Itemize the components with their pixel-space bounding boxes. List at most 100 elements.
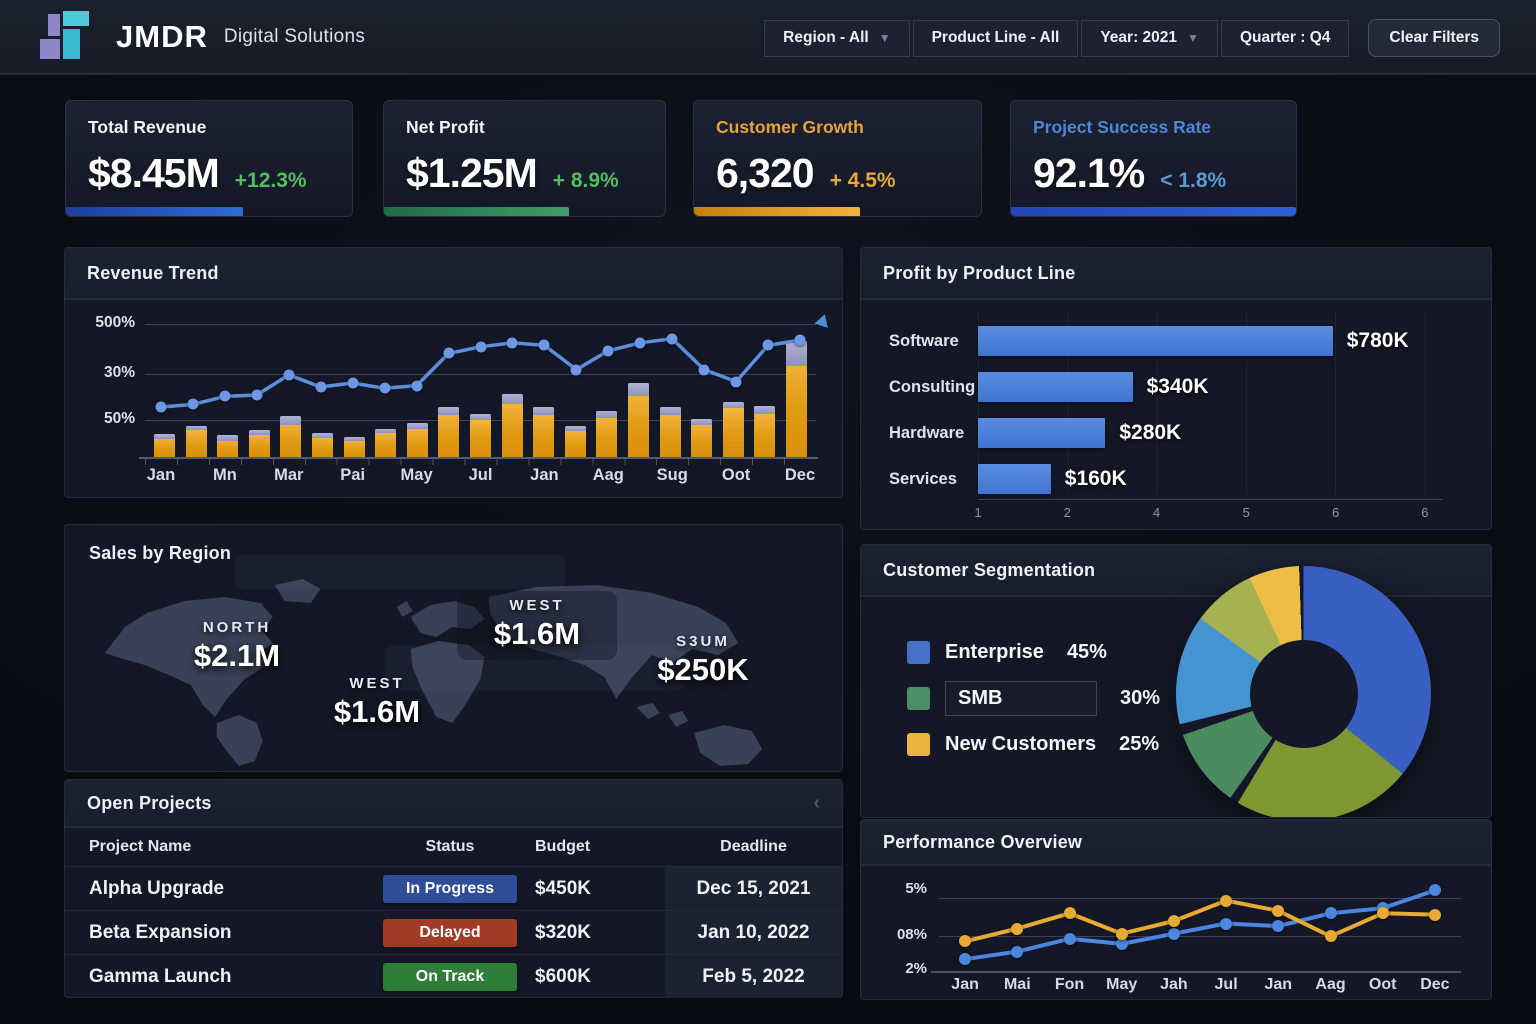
data-point [1064, 907, 1076, 919]
data-point [539, 340, 550, 351]
legend-swatch [907, 687, 930, 710]
legend-percent: 25% [1119, 733, 1159, 756]
legend-label: SMB [945, 681, 1097, 716]
sales-by-region-panel: Sales by Region NORTH $2.1M WEST $1.6M W… [64, 524, 843, 772]
brand-tagline: Digital Solutions [224, 26, 365, 48]
x-axis-label: Oot [1369, 976, 1397, 994]
filter-bar: Region - All ▼ Product Line - All Year: … [764, 19, 1500, 57]
x-axis-labels: JanMnMarPaiMayJulJanAagSugOotDec [145, 466, 816, 490]
x-axis-tick: 2 [1064, 505, 1071, 520]
data-point [1116, 938, 1128, 950]
map-marker-west-top: WEST $1.6M [457, 591, 617, 660]
x-axis-label: Dec [785, 466, 815, 485]
profit-bar [978, 464, 1051, 494]
x-axis-label: Sug [657, 466, 688, 485]
project-deadline: Dec 15, 2021 [665, 867, 842, 910]
kpi-title: Project Success Rate [1033, 117, 1274, 138]
product-line-row: Hardware$280K [861, 410, 1491, 456]
collapse-icon[interactable]: ‹ [813, 792, 820, 815]
profit-bar [978, 326, 1333, 356]
kpi-accent-bar [1011, 207, 1296, 216]
kpi-delta: +12.3% [235, 169, 307, 193]
column-header: Project Name [65, 838, 365, 856]
region-value: $1.6M [461, 616, 613, 652]
legend-item-smb: SMB 30% [907, 681, 1160, 716]
profit-bar [978, 418, 1105, 448]
panel-header: Open Projects ‹ [65, 780, 842, 828]
panel-title: Performance Overview [883, 832, 1082, 853]
bar-value-label: $340K [1147, 375, 1209, 399]
table-row[interactable]: Beta Expansion Delayed $320K Jan 10, 202… [65, 910, 842, 954]
performance-chart: 5% 08% 2% [939, 884, 1461, 972]
data-point [283, 369, 294, 380]
clear-filters-button[interactable]: Clear Filters [1368, 19, 1500, 57]
category-label: Software [861, 332, 978, 351]
data-point [315, 381, 326, 392]
donut-hole [1250, 640, 1358, 748]
segmentation-legend: Enterprise 45% SMB 30% New Customers 25% [907, 641, 1160, 756]
revenue-trend-chart: 500% 30% 50% [145, 324, 816, 458]
projects-table: Project Name Status Budget Deadline Alph… [65, 828, 842, 997]
data-point [603, 345, 614, 356]
project-budget: $320K [535, 922, 665, 944]
bar-track: $780K [978, 326, 1451, 356]
project-deadline: Jan 10, 2022 [665, 911, 842, 954]
quarter-filter[interactable]: Quarter : Q4 [1221, 20, 1349, 57]
bar-track: $280K [978, 418, 1451, 448]
data-point [155, 402, 166, 413]
x-axis-label: Jul [1215, 976, 1238, 994]
performance-overview-panel: Performance Overview 5% 08% 2% Jan Mai Fon… [860, 819, 1492, 1000]
column-header: Deadline [665, 838, 842, 856]
data-point [1116, 928, 1128, 940]
legend-item-enterprise: Enterprise 45% [907, 641, 1160, 664]
company-logo-icon [40, 14, 98, 60]
x-axis-line [931, 971, 1461, 973]
x-axis-tick: 6 [1332, 505, 1339, 520]
x-axis-label: Oot [722, 466, 750, 485]
legend-percent: 45% [1067, 641, 1107, 664]
x-axis-label: May [401, 466, 433, 485]
project-name: Alpha Upgrade [65, 878, 365, 900]
panel-title: Sales by Region [89, 543, 231, 564]
region-label: NORTH [157, 619, 317, 636]
category-label: Consulting [861, 378, 978, 397]
data-point [187, 399, 198, 410]
dashboard: JMDR Digital Solutions Region - All ▼ Pr… [0, 0, 1536, 1024]
legend-label: New Customers [945, 733, 1096, 756]
kpi-value: 92.1% [1033, 150, 1144, 197]
map-marker-s3um: S3UM $250K [623, 633, 783, 688]
product-line-filter[interactable]: Product Line - All [913, 20, 1079, 57]
data-point [959, 935, 971, 947]
product-line-row: Software$780K [861, 318, 1491, 364]
panel-title: Customer Segmentation [883, 560, 1095, 581]
data-point [1168, 915, 1180, 927]
kpi-delta: + 4.5% [830, 169, 896, 193]
x-axis-label: Jan [1265, 976, 1293, 994]
y-axis-tick: 50% [77, 410, 135, 428]
brand-name: JMDR [116, 19, 208, 55]
bar-track: $160K [978, 464, 1451, 494]
x-axis-label: Jah [1160, 976, 1188, 994]
y-axis-tick: 5% [875, 880, 927, 897]
donut-chart [1176, 566, 1431, 818]
data-point [635, 337, 646, 348]
panel-header: Customer Segmentation [861, 545, 1491, 597]
region-filter[interactable]: Region - All ▼ [764, 20, 909, 57]
x-axis-label: Mai [1004, 976, 1031, 994]
year-filter[interactable]: Year: 2021 ▼ [1081, 20, 1218, 57]
x-axis-label: Mar [274, 466, 303, 485]
region-value: $2.1M [157, 638, 317, 674]
x-axis-labels: JanMaiFonMayJahJulJanAagOotDec [939, 976, 1461, 998]
x-axis-tick: 5 [1243, 505, 1250, 520]
kpi-title: Customer Growth [716, 117, 959, 138]
data-point [1272, 905, 1284, 917]
chevron-down-icon: ▼ [1187, 31, 1199, 45]
x-axis-label: Fon [1055, 976, 1084, 994]
data-point [1168, 928, 1180, 940]
region-value: $1.6M [297, 694, 457, 730]
bar-rows: Software$780K Consulting $340K Hardware$280… [861, 300, 1491, 502]
table-row[interactable]: Alpha Upgrade In Progress $450K Dec 15, … [65, 866, 842, 910]
table-row[interactable]: Gamma Launch On Track $600K Feb 5, 2022 [65, 954, 842, 998]
legend-swatch [907, 733, 930, 756]
kpi-accent-bar [66, 207, 243, 216]
